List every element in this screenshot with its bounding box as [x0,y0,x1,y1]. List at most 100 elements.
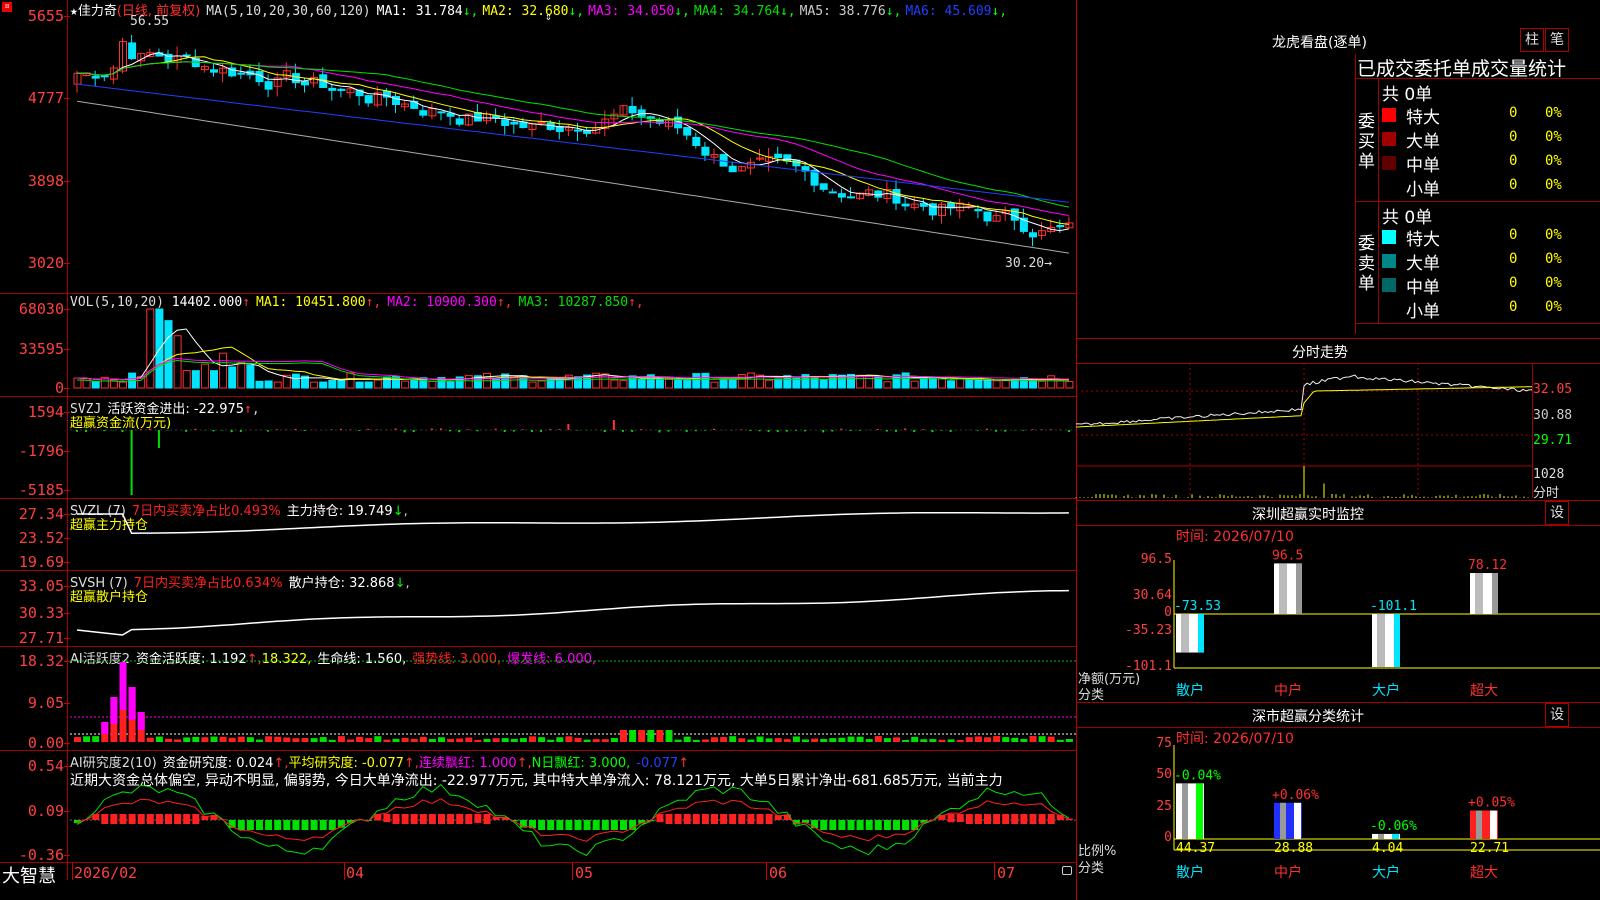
date-tick [766,862,767,880]
axis-tick [64,855,70,856]
activity-bar [256,739,263,742]
vol-bar [182,370,191,389]
vol-bar [337,378,346,389]
axis-tick [64,538,70,539]
sz-axis-label: 0 [1164,605,1172,620]
activity-bar [228,737,236,742]
flow-bar [640,429,643,430]
activity-bar [292,738,300,742]
activity-bar-top [119,662,127,710]
axis-label: 0.09 [27,802,64,820]
research-bar [711,814,718,824]
vol-bar [264,380,273,389]
fl-value-label: 44.37 [1176,841,1215,856]
research-bar [956,814,964,823]
flow-bar [185,430,188,432]
research-bar [838,820,846,830]
fl-change-label: +0.06% [1272,788,1319,803]
main-holding-chart[interactable] [0,498,1076,570]
sz-monitor-chart[interactable]: -73.53 散户 96.5 中户 -101.1 大户 78.12 超大 [1173,540,1600,699]
axis-tick [64,638,70,639]
fl-stat-chart[interactable]: -0.04% 44.37 散户 +0.06% 28.88 中户 -0.06% 4.04 大户 +0… [1173,740,1600,881]
sz-bar-shade [1377,614,1385,667]
research-line [76,783,1070,857]
order-count: 0 [1509,275,1518,291]
vol-bar [719,378,728,389]
flow-bar [931,430,934,433]
flow-bar [658,430,661,433]
research-bar [601,820,609,830]
axis-tick [64,388,70,389]
vol-bar [956,378,965,389]
order-percent: 0% [1545,177,1562,193]
order-percent: 0% [1545,227,1562,243]
candlestick-chart[interactable] [0,0,1076,293]
vol-ma-line [76,346,1069,381]
order-size-label: 特大 [1406,230,1440,250]
activity-bar [210,736,218,742]
flow-bar [157,430,160,448]
fund-flow-chart[interactable] [0,396,1076,498]
flow-bar [85,430,88,433]
volume-chart[interactable] [0,293,1076,396]
research-bar [328,820,336,830]
candle-body [419,110,428,116]
flow-bar [130,430,133,495]
axis-label: 23.52 [18,529,64,547]
candle-body [983,211,992,222]
fl-category-label: 超大 [1470,865,1498,881]
axis-tick [64,451,70,452]
flow-bar [995,430,998,432]
color-swatch [1382,230,1396,244]
sz-bar-edge [1198,614,1204,653]
flow-bar [767,430,770,432]
low-value: 30.20 [1005,256,1045,271]
fl-settings-button[interactable]: 设 [1545,703,1569,727]
tick-mode-button[interactable]: 笔 [1545,28,1569,52]
activity-bar [747,739,755,742]
vol-bar [883,381,892,389]
lhb-title: 龙虎看盘(逐单) [1272,35,1367,51]
intraday-chart[interactable] [1075,363,1533,498]
fl-change-label: +0.05% [1468,796,1515,811]
research-bar [283,820,291,830]
candle-body [819,183,828,190]
axis-tick [64,613,70,614]
sz-bar-label: 96.5 [1272,548,1303,563]
candle-body [628,106,637,114]
fl-category-label: 大户 [1372,864,1400,881]
research-bar [829,820,837,830]
retail-holding-chart[interactable] [0,570,1076,646]
activity-bar [583,739,591,742]
research-chart[interactable] [0,750,1076,862]
activity-bar [820,738,828,742]
lock-icon[interactable] [1062,866,1072,875]
flow-bar [949,430,952,432]
candle-body [847,196,855,199]
research-bar [720,814,728,824]
vol-bar [819,378,828,389]
axis-tick [64,586,70,587]
vol-bar [319,381,328,389]
vol-bar [237,361,246,389]
research-bar [456,814,464,824]
order-size-label: 小单 [1406,180,1440,200]
research-bar [119,814,127,824]
vol-bar [856,374,865,389]
candle-body [501,119,510,126]
activity-bar [638,730,646,742]
axis-label: 3898 [27,172,64,190]
axis-tick [64,661,70,662]
fl-bar-edge [1196,783,1203,839]
candle-body [337,88,346,91]
research-bar [538,820,546,830]
fl-change-label: -0.04% [1174,768,1221,783]
activity-chart[interactable] [0,646,1076,750]
bar-mode-button[interactable]: 柱 [1520,28,1544,52]
flow-bar [330,429,333,430]
axis-label: 27.71 [18,629,64,647]
research-bar [447,814,455,824]
sz-settings-button[interactable]: 设 [1545,501,1569,525]
activity-bar [538,737,546,742]
flow-bar [412,430,415,433]
